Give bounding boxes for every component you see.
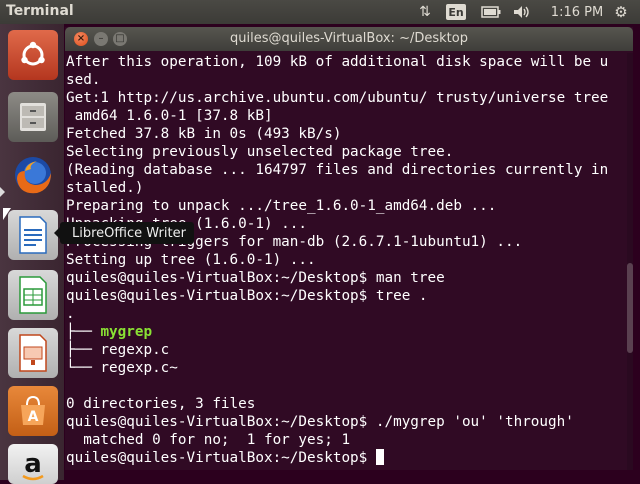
scrollbar-thumb[interactable] bbox=[627, 263, 633, 353]
amazon-icon: a bbox=[15, 446, 51, 482]
svg-text:A: A bbox=[28, 409, 39, 425]
launcher-amazon[interactable]: a bbox=[8, 444, 58, 484]
top-panel: Terminal ⇅ En 1:16 PM ⚙ bbox=[0, 0, 640, 24]
software-center-icon: A bbox=[15, 393, 51, 429]
app-title: Terminal bbox=[6, 3, 74, 19]
svg-text:a: a bbox=[24, 449, 42, 479]
launcher-firefox[interactable] bbox=[8, 150, 58, 200]
launcher-libreoffice-calc[interactable] bbox=[8, 270, 58, 320]
terminal-line: ├── mygrep bbox=[66, 323, 152, 341]
clock[interactable]: 1:16 PM bbox=[548, 2, 606, 22]
firefox-icon bbox=[11, 153, 55, 197]
terminal-line: matched 0 for no; 1 for yes; 1 bbox=[66, 432, 351, 448]
libreoffice-calc-icon bbox=[16, 275, 50, 315]
terminal-line: 0 directories, 3 files bbox=[66, 396, 256, 412]
terminal-line: quiles@quiles-VirtualBox:~/Desktop$ ./my… bbox=[66, 414, 574, 430]
gear-icon[interactable]: ⚙ bbox=[610, 2, 632, 22]
terminal-line: Selecting previously unselected package … bbox=[66, 144, 454, 160]
scrollbar[interactable] bbox=[627, 53, 633, 470]
launcher-tooltip: LibreOffice Writer bbox=[54, 222, 194, 244]
terminal-line: Get:1 http://us.archive.ubuntu.com/ubunt… bbox=[66, 90, 609, 106]
active-indicator bbox=[0, 187, 5, 197]
tree-executable-entry: mygrep bbox=[100, 324, 153, 340]
terminal-line: stalled.) bbox=[66, 180, 144, 196]
launcher: A a bbox=[0, 24, 64, 484]
launcher-software-center[interactable]: A bbox=[8, 386, 58, 436]
libreoffice-impress-icon bbox=[16, 333, 50, 373]
terminal-line: quiles@quiles-VirtualBox:~/Desktop$ man … bbox=[66, 270, 445, 286]
terminal-line: (Reading database ... 164797 files and d… bbox=[66, 162, 609, 178]
text-cursor bbox=[375, 449, 384, 465]
terminal-line: After this operation, 109 kB of addition… bbox=[66, 54, 609, 70]
network-arrows-icon[interactable]: ⇅ bbox=[414, 2, 436, 22]
terminal-line: └── regexp.c~ bbox=[66, 360, 178, 376]
launcher-files[interactable] bbox=[8, 92, 58, 142]
launcher-libreoffice-writer[interactable] bbox=[8, 210, 58, 260]
terminal-line: Fetched 37.8 kB in 0s (493 kB/s) bbox=[66, 126, 342, 142]
terminal-line: amd64 1.6.0-1 [37.8 kB] bbox=[66, 108, 273, 124]
mouse-pointer-icon bbox=[3, 208, 11, 220]
battery-icon[interactable] bbox=[480, 2, 502, 22]
launcher-libreoffice-impress[interactable] bbox=[8, 328, 58, 378]
ubuntu-logo-icon bbox=[17, 39, 49, 71]
terminal-titlebar[interactable]: × – □ quiles@quiles-VirtualBox: ~/Deskto… bbox=[65, 27, 633, 51]
terminal-line: Preparing to unpack .../tree_1.6.0-1_amd… bbox=[66, 198, 497, 214]
terminal-line: . bbox=[66, 306, 75, 322]
libreoffice-writer-icon bbox=[16, 215, 50, 255]
launcher-dash[interactable] bbox=[8, 30, 58, 80]
terminal-output[interactable]: After this operation, 109 kB of addition… bbox=[65, 53, 633, 470]
keyboard-layout-indicator[interactable]: En bbox=[446, 4, 466, 20]
file-cabinet-icon bbox=[16, 100, 50, 134]
terminal-line: sed. bbox=[66, 72, 101, 88]
terminal-line: ├── regexp.c bbox=[66, 342, 170, 358]
terminal-line: quiles@quiles-VirtualBox:~/Desktop$ tree… bbox=[66, 288, 428, 304]
prompt: quiles@quiles-VirtualBox:~/Desktop$ bbox=[66, 450, 376, 466]
terminal-prompt-line[interactable]: quiles@quiles-VirtualBox:~/Desktop$ bbox=[66, 449, 384, 467]
terminal-line: Setting up tree (1.6.0-1) ... bbox=[66, 252, 316, 268]
terminal-window[interactable]: × – □ quiles@quiles-VirtualBox: ~/Deskto… bbox=[65, 27, 633, 470]
tree-branch: ├── bbox=[66, 324, 101, 340]
volume-icon[interactable] bbox=[512, 2, 532, 22]
window-title: quiles@quiles-VirtualBox: ~/Desktop bbox=[230, 31, 468, 46]
